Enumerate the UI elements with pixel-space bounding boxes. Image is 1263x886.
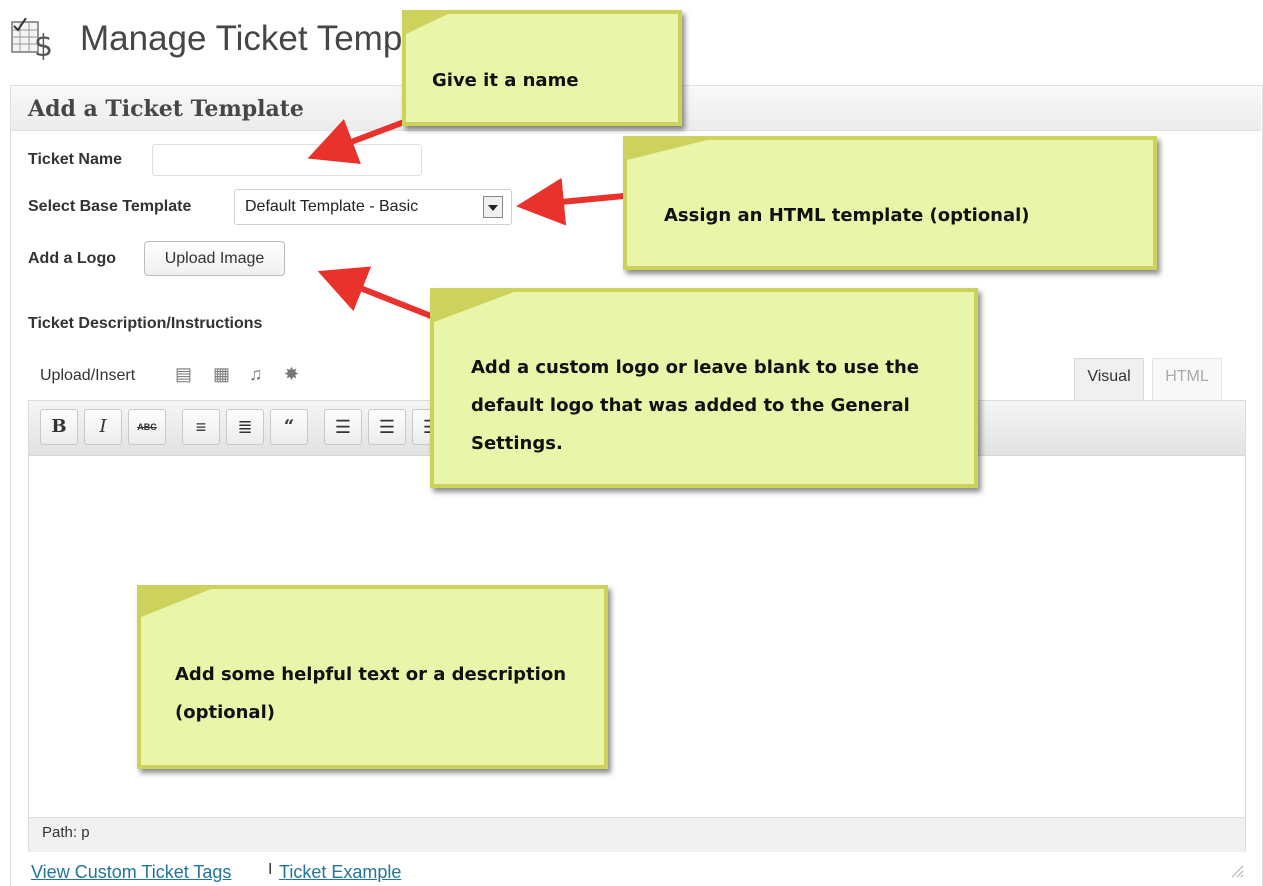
base-template-label: Select Base Template: [28, 198, 192, 215]
ticket-example-link[interactable]: Ticket Example: [279, 862, 401, 882]
note-fold: [141, 589, 211, 617]
add-media-icon[interactable]: ✸: [284, 364, 299, 384]
upload-insert-label: Upload/Insert: [40, 367, 136, 384]
resize-handle-icon[interactable]: [1228, 862, 1244, 878]
chevron-down-icon[interactable]: [483, 196, 503, 218]
svg-text:$: $: [34, 29, 53, 60]
note-fold: [434, 292, 514, 322]
align-center-icon[interactable]: ☰: [368, 409, 406, 445]
numbered-list-icon[interactable]: ≣: [226, 409, 264, 445]
ticket-name-input[interactable]: [152, 144, 422, 176]
callout-text-template: Assign an HTML template (optional): [664, 205, 1030, 226]
note-fold: [627, 140, 707, 160]
logo-label: Add a Logo: [28, 250, 116, 267]
tab-html[interactable]: HTML: [1152, 358, 1222, 400]
link-separator: I: [268, 861, 273, 878]
italic-icon[interactable]: I: [84, 409, 122, 445]
bold-icon[interactable]: B: [40, 409, 78, 445]
panel-title: Add a Ticket Template: [28, 96, 304, 122]
editor-path-bar: [29, 817, 1245, 852]
upload-image-button[interactable]: Upload Image: [144, 241, 285, 276]
align-left-icon[interactable]: ☰: [324, 409, 362, 445]
ticket-name-label: Ticket Name: [28, 151, 122, 168]
note-fold: [406, 14, 448, 34]
description-label: Ticket Description/Instructions: [28, 315, 263, 332]
base-template-selected-value: Default Template - Basic: [245, 198, 419, 215]
editor-path: Path: p: [42, 824, 90, 841]
strikethrough-icon[interactable]: ABC: [128, 409, 166, 445]
callout-text-logo: Add a custom logo or leave blank to use …: [471, 357, 919, 454]
callout-text-description: Add some helpful text or a description (…: [175, 664, 567, 723]
add-image-icon[interactable]: ▤: [175, 364, 192, 384]
bullet-list-icon[interactable]: ≡: [182, 409, 220, 445]
callout-text-name: Give it a name: [432, 70, 579, 91]
ticket-pricing-icon: $: [10, 17, 58, 64]
tab-visual[interactable]: Visual: [1074, 358, 1144, 400]
blockquote-icon[interactable]: “: [270, 409, 308, 445]
view-custom-ticket-tags-link[interactable]: View Custom Ticket Tags: [31, 862, 231, 882]
add-video-icon[interactable]: ▦: [213, 364, 230, 384]
add-audio-icon[interactable]: ♫: [249, 364, 263, 384]
